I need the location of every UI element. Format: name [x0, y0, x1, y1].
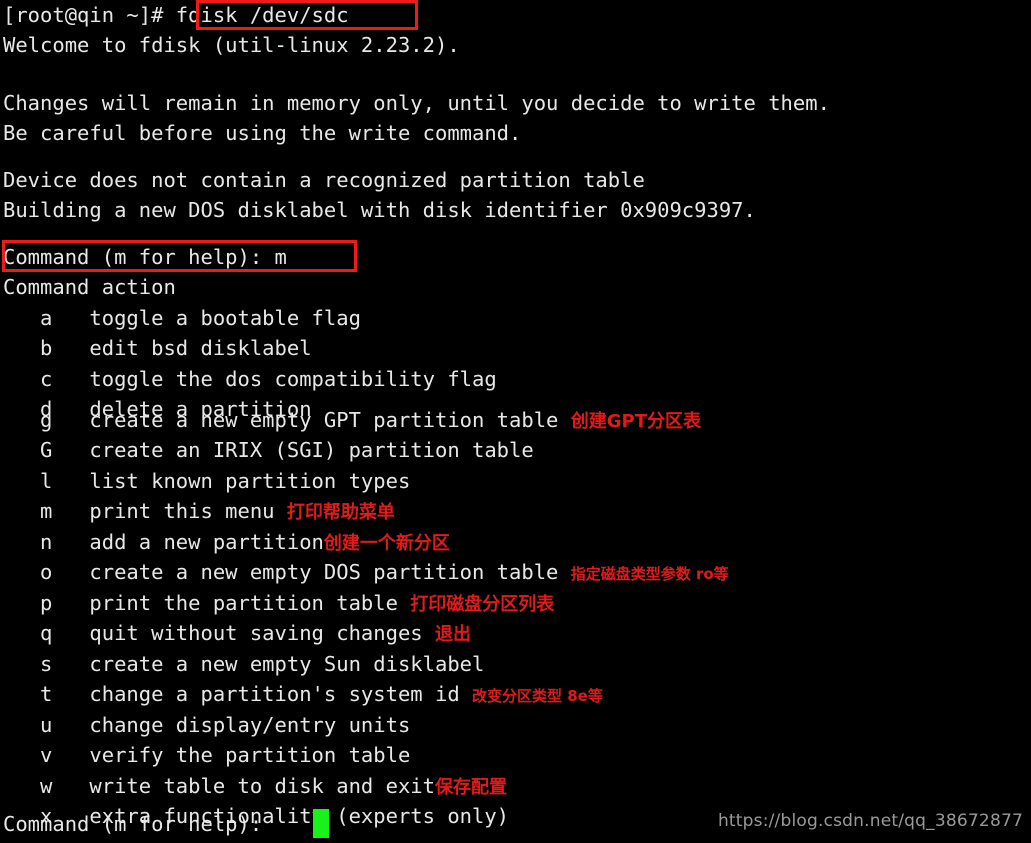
menu-item-g-annotation: 创建GPT分区表: [571, 411, 701, 432]
menu-item-o: o create a new empty DOS partition table…: [3, 557, 729, 588]
terminal-line-welcome: Welcome to fdisk (util-linux 2.23.2).: [3, 30, 460, 61]
terminal-line-command-action: Command action: [3, 272, 176, 303]
menu-item-s: s create a new empty Sun disklabel: [3, 649, 484, 680]
menu-item-q-text: q quit without saving changes: [3, 621, 435, 645]
text-cursor: [313, 809, 329, 838]
menu-item-n: n add a new partition创建一个新分区: [3, 527, 450, 558]
menu-item-p-annotation: 打印磁盘分区列表: [410, 594, 554, 615]
watermark-url: https://blog.csdn.net/qq_38672877: [718, 806, 1023, 837]
menu-item-t: t change a partition's system id 改变分区类型 …: [3, 679, 603, 710]
terminal-line-prompt-echo: Command (m for help): m: [3, 242, 287, 273]
menu-item-n-annotation: 创建一个新分区: [324, 533, 450, 554]
menu-item-w: w write table to disk and exit保存配置: [3, 771, 507, 802]
terminal-line-device-notice: Device does not contain a recognized par…: [3, 165, 645, 196]
menu-item-m-annotation: 打印帮助菜单: [287, 502, 395, 523]
menu-item-l-text: l list known partition types: [3, 469, 410, 493]
terminal-line-prompt-command: [root@qin ~]# fdisk /dev/sdc: [3, 0, 349, 31]
menu-item-q: q quit without saving changes 退出: [3, 618, 471, 649]
menu-item-b: b edit bsd disklabel: [3, 333, 312, 364]
menu-item-g: g create a new empty GPT partition table…: [3, 405, 701, 436]
terminal-line-changes-notice: Changes will remain in memory only, unti…: [3, 88, 830, 119]
menu-item-q-annotation: 退出: [435, 624, 471, 645]
menu-item-t-annotation: 改变分区类型 8e等: [472, 687, 603, 705]
menu-item-n-text: n add a new partition: [3, 530, 324, 554]
menu-item-g-text: g create a new empty GPT partition table: [3, 408, 571, 432]
menu-item-a-text: a toggle a bootable flag: [3, 306, 361, 330]
menu-item-u-text: u change display/entry units: [3, 713, 410, 737]
menu-item-w-annotation: 保存配置: [435, 777, 507, 798]
menu-item-o-text: o create a new empty DOS partition table: [3, 560, 571, 584]
menu-item-c-text: c toggle the dos compatibility flag: [3, 367, 497, 391]
menu-item-a: a toggle a bootable flag: [3, 303, 361, 334]
menu-item-o-annotation: 指定磁盘类型参数 ro等: [571, 565, 729, 583]
menu-item-l: l list known partition types: [3, 466, 410, 497]
menu-item-G: G create an IRIX (SGI) partition table: [3, 435, 534, 466]
menu-item-u: u change display/entry units: [3, 710, 410, 741]
menu-item-p: p print the partition table 打印磁盘分区列表: [3, 588, 554, 619]
menu-item-w-text: w write table to disk and exit: [3, 774, 435, 798]
menu-item-c: c toggle the dos compatibility flag: [3, 364, 497, 395]
menu-item-s-text: s create a new empty Sun disklabel: [3, 652, 484, 676]
terminal-line-disklabel: Building a new DOS disklabel with disk i…: [3, 195, 756, 226]
menu-item-t-text: t change a partition's system id: [3, 682, 472, 706]
menu-item-p-text: p print the partition table: [3, 591, 410, 615]
menu-item-m-text: m print this menu: [3, 499, 287, 523]
menu-item-b-text: b edit bsd disklabel: [3, 336, 312, 360]
menu-item-m: m print this menu 打印帮助菜单: [3, 496, 395, 527]
menu-item-G-text: G create an IRIX (SGI) partition table: [3, 438, 534, 462]
menu-item-v: v verify the partition table: [3, 740, 410, 771]
terminal-line-careful-notice: Be careful before using the write comman…: [3, 118, 521, 149]
terminal-window[interactable]: [root@qin ~]# fdisk /dev/sdc Welcome to …: [0, 0, 1031, 843]
terminal-line-final-prompt: Command (m for help):: [3, 809, 275, 840]
menu-item-v-text: v verify the partition table: [3, 743, 410, 767]
